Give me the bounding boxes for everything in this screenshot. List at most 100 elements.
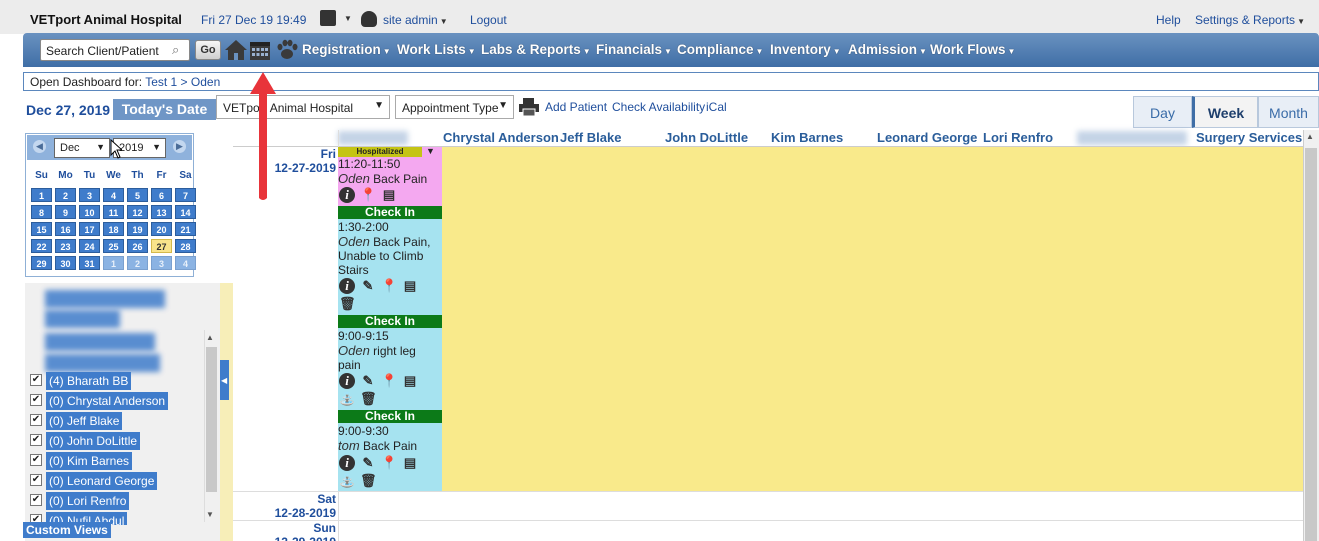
info-icon[interactable]: i — [339, 455, 355, 471]
pet-name[interactable]: Oden — [338, 343, 370, 358]
location-pin-icon[interactable]: 📍 — [381, 278, 397, 294]
checkbox-checked-icon[interactable]: ✔ — [30, 474, 42, 486]
checkbox-checked-icon[interactable]: ✔ — [30, 394, 42, 406]
calendar-day[interactable]: 15 — [31, 222, 52, 236]
next-month-icon[interactable]: ▶ — [173, 140, 186, 153]
today-button[interactable]: Today's Date — [113, 99, 216, 120]
info-icon[interactable]: i — [339, 373, 355, 389]
provider-row[interactable]: ✔ (0) Chrystal Anderson — [25, 391, 203, 411]
calendar-day[interactable]: 20 — [151, 222, 172, 236]
provider-row[interactable]: ✔ (4) Bharath BB — [25, 371, 203, 391]
checkbox-checked-icon[interactable]: ✔ — [30, 414, 42, 426]
check-availability-link[interactable]: Check Availability — [612, 100, 705, 114]
calendar-day[interactable]: 23 — [55, 239, 76, 253]
calendar-day[interactable]: 26 — [127, 239, 148, 253]
trash-icon[interactable]: 🗑 — [360, 473, 377, 489]
provider-row[interactable]: ✔ (0) Leonard George — [25, 471, 203, 491]
notes-icon[interactable]: ▤ — [402, 373, 418, 389]
search-icon[interactable]: ⌕ — [172, 42, 179, 58]
calendar-day[interactable]: 19 — [127, 222, 148, 236]
add-patient-link[interactable]: Add Patient — [545, 100, 607, 114]
calendar-day[interactable]: 7 — [175, 188, 196, 202]
calendar-day[interactable]: 3 — [79, 188, 100, 202]
appointment-type-select[interactable]: Appointment Type ▼ — [395, 95, 514, 119]
calendar-day[interactable]: 24 — [79, 239, 100, 253]
ical-link[interactable]: iCal — [706, 100, 727, 114]
nav-financials[interactable]: Financials ▼ — [596, 42, 672, 57]
calendar-day[interactable]: 1 — [103, 256, 124, 270]
calendar-day[interactable]: 6 — [151, 188, 172, 202]
user-icon[interactable] — [320, 10, 336, 26]
calendar-day[interactable]: 9 — [55, 205, 76, 219]
collapse-arrow-icon[interactable]: ◀ — [221, 376, 227, 385]
calendar-day[interactable]: 18 — [103, 222, 124, 236]
calendar-day[interactable]: 28 — [175, 239, 196, 253]
calendar-day[interactable]: 27 — [151, 239, 172, 253]
calendar-day[interactable]: 16 — [55, 222, 76, 236]
checkbox-checked-icon[interactable]: ✔ — [30, 374, 42, 386]
notes-icon[interactable]: ▤ — [402, 455, 418, 471]
pet-name[interactable]: Oden — [338, 171, 370, 186]
trash-icon[interactable]: 🗑 — [360, 391, 377, 407]
bath-icon[interactable]: ⛲ — [339, 473, 355, 489]
calendar-icon[interactable] — [249, 40, 271, 61]
calendar-day[interactable]: 13 — [151, 205, 172, 219]
clinic-select[interactable]: VETport Animal Hospital ▼ — [216, 95, 390, 119]
provider-row[interactable]: ✔ (0) Lori Renfro — [25, 491, 203, 511]
calendar-day[interactable]: 2 — [55, 188, 76, 202]
nav-registration[interactable]: Registration ▼ — [302, 42, 391, 57]
scroll-up-icon[interactable]: ▲ — [206, 333, 214, 342]
info-icon[interactable]: i — [339, 187, 355, 203]
notes-icon[interactable]: ▤ — [402, 278, 418, 294]
search-input[interactable]: Search Client/Patient — [40, 39, 190, 61]
provider-row[interactable]: ✔ (0) John DoLittle — [25, 431, 203, 451]
provider-row[interactable]: ✔ (0) Kim Barnes — [25, 451, 203, 471]
go-button[interactable]: Go — [195, 40, 221, 60]
nav-admission[interactable]: Admission ▼ — [848, 42, 927, 57]
calendar-day[interactable]: 3 — [151, 256, 172, 270]
location-pin-icon[interactable]: 📍 — [360, 187, 376, 203]
help-link[interactable]: Help — [1156, 13, 1181, 27]
edit-icon[interactable]: ✎ — [360, 278, 376, 294]
calendar-day[interactable]: 5 — [127, 188, 148, 202]
info-icon[interactable]: i — [339, 278, 355, 294]
schedule-scroll-thumb[interactable] — [1305, 148, 1317, 541]
chevron-down-icon[interactable]: ▼ — [426, 146, 435, 156]
scroll-up-icon[interactable]: ▲ — [1306, 132, 1314, 141]
nav-labs-reports[interactable]: Labs & Reports ▼ — [481, 42, 591, 57]
calendar-day[interactable]: 31 — [79, 256, 100, 270]
logout-link[interactable]: Logout — [470, 13, 507, 27]
user-menu[interactable]: site admin ▼ — [383, 13, 448, 27]
home-icon[interactable] — [224, 38, 248, 62]
calendar-day[interactable]: 30 — [55, 256, 76, 270]
tab-month[interactable]: Month — [1258, 96, 1319, 128]
calendar-day[interactable]: 12 — [127, 205, 148, 219]
calendar-day[interactable]: 4 — [175, 256, 196, 270]
nav-work-lists[interactable]: Work Lists ▼ — [397, 42, 476, 57]
edit-icon[interactable]: ✎ — [360, 455, 376, 471]
calendar-day[interactable]: 8 — [31, 205, 52, 219]
dashboard-breadcrumb[interactable]: Test 1 > Oden — [145, 75, 220, 89]
calendar-day[interactable]: 14 — [175, 205, 196, 219]
location-pin-icon[interactable]: 📍 — [381, 455, 397, 471]
provider-row[interactable]: ✔ (0) Jeff Blake — [25, 411, 203, 431]
nav-compliance[interactable]: Compliance ▼ — [677, 42, 763, 57]
custom-views-label[interactable]: Custom Views — [23, 522, 111, 538]
user-caret-icon[interactable]: ▼ — [344, 14, 352, 23]
settings-reports-menu[interactable]: Settings & Reports ▼ — [1195, 13, 1305, 27]
calendar-day[interactable]: 25 — [103, 239, 124, 253]
calendar-day[interactable]: 4 — [103, 188, 124, 202]
calendar-day[interactable]: 1 — [31, 188, 52, 202]
pet-name[interactable]: Oden — [338, 234, 370, 249]
checkbox-checked-icon[interactable]: ✔ — [30, 434, 42, 446]
provider-scroll-thumb[interactable] — [206, 347, 217, 492]
checkbox-checked-icon[interactable]: ✔ — [30, 454, 42, 466]
calendar-day[interactable]: 29 — [31, 256, 52, 270]
prev-month-icon[interactable]: ◀ — [33, 140, 46, 153]
bath-icon[interactable]: ⛲ — [339, 391, 355, 407]
month-select[interactable]: Dec ▼ — [54, 138, 110, 158]
location-pin-icon[interactable]: 📍 — [381, 373, 397, 389]
calendar-day[interactable]: 11 — [103, 205, 124, 219]
nav-inventory[interactable]: Inventory ▼ — [770, 42, 841, 57]
schedule-availability-area[interactable] — [442, 147, 1303, 491]
